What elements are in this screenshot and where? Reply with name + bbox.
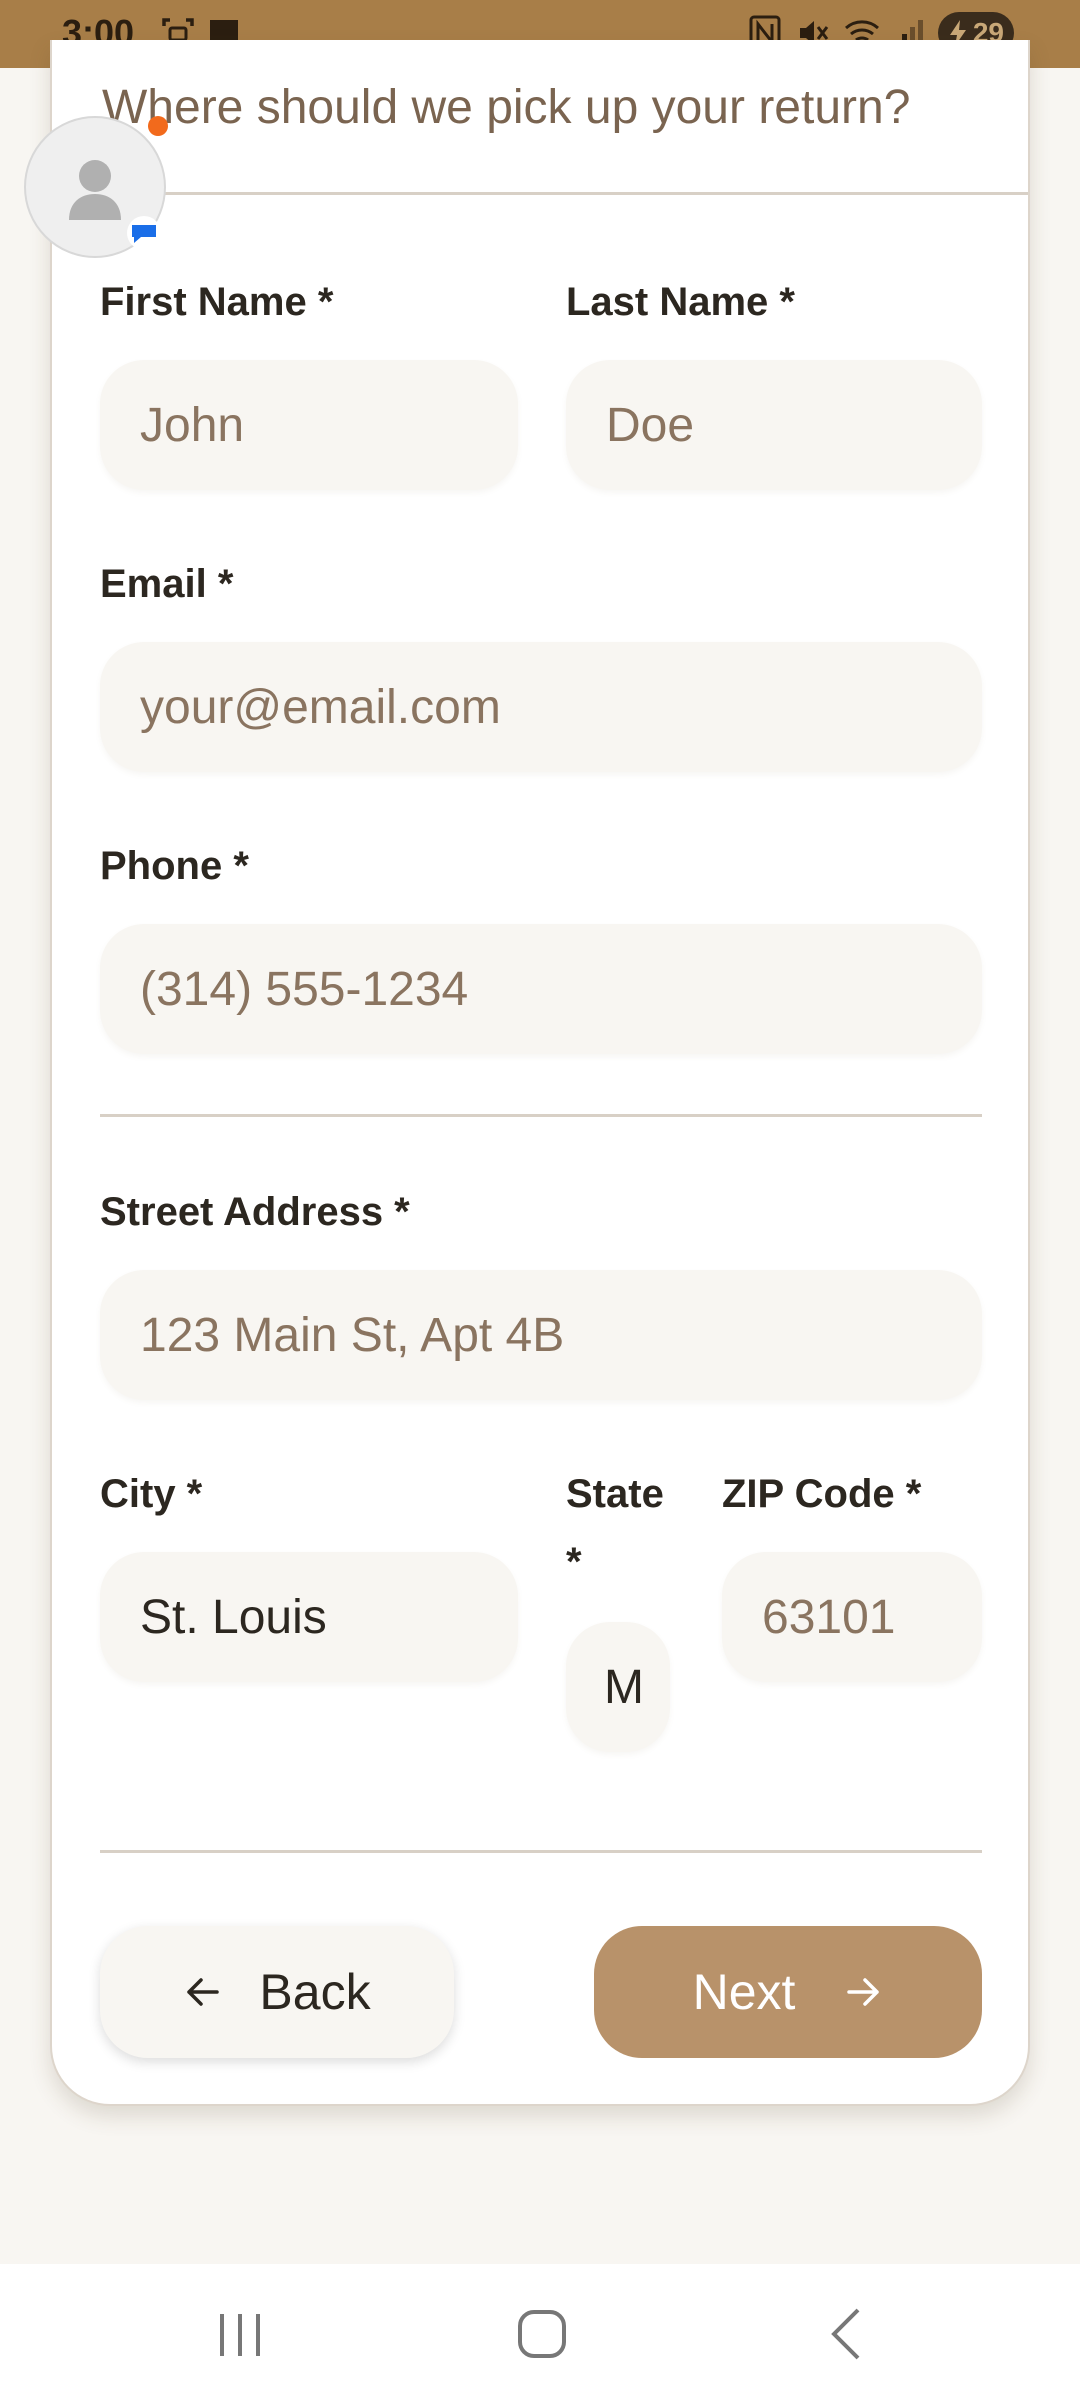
recent-apps-icon[interactable] — [212, 2306, 268, 2362]
street-address-label: Street Address * — [100, 1190, 410, 1234]
state-label: State — [566, 1472, 664, 1516]
last-name-label: Last Name * — [566, 280, 795, 324]
phone-label: Phone * — [100, 844, 249, 888]
notification-dot — [148, 116, 168, 136]
city-input[interactable]: St. Louis — [100, 1552, 518, 1682]
section-divider — [100, 1114, 982, 1117]
buttons-divider — [100, 1850, 982, 1853]
messages-badge-icon — [127, 216, 161, 250]
back-button-label: Back — [259, 1964, 371, 2020]
first-name-label: First Name * — [100, 280, 334, 324]
zip-code-label: ZIP Code * — [722, 1472, 922, 1516]
email-label: Email * — [100, 562, 234, 606]
state-label-required: * — [566, 1540, 582, 1584]
home-icon[interactable] — [512, 2306, 572, 2362]
system-navigation-bar — [0, 2264, 1080, 2408]
city-label: City * — [100, 1472, 203, 1516]
zip-code-input[interactable]: 63101 — [722, 1552, 982, 1682]
form-subheading: Where should we pick up your return? — [102, 81, 911, 134]
back-button[interactable]: Back — [100, 1926, 454, 2058]
email-input[interactable]: your@email.com — [100, 642, 982, 772]
next-button-label: Next — [692, 1964, 796, 2020]
phone-input[interactable]: (314) 555-1234 — [100, 924, 982, 1054]
back-nav-icon[interactable] — [822, 2306, 870, 2362]
pickup-form-card: Where should we pick up your return? Fir… — [50, 40, 1030, 2106]
first-name-input[interactable]: John — [100, 360, 518, 490]
arrow-left-icon — [187, 1978, 220, 2006]
last-name-input[interactable]: Doe — [566, 360, 982, 490]
header-divider — [52, 192, 1028, 195]
state-input[interactable]: M — [566, 1622, 670, 1752]
arrow-right-icon — [847, 1978, 880, 2006]
street-address-input[interactable]: 123 Main St, Apt 4B — [100, 1270, 982, 1400]
next-button[interactable]: Next — [594, 1926, 982, 2058]
